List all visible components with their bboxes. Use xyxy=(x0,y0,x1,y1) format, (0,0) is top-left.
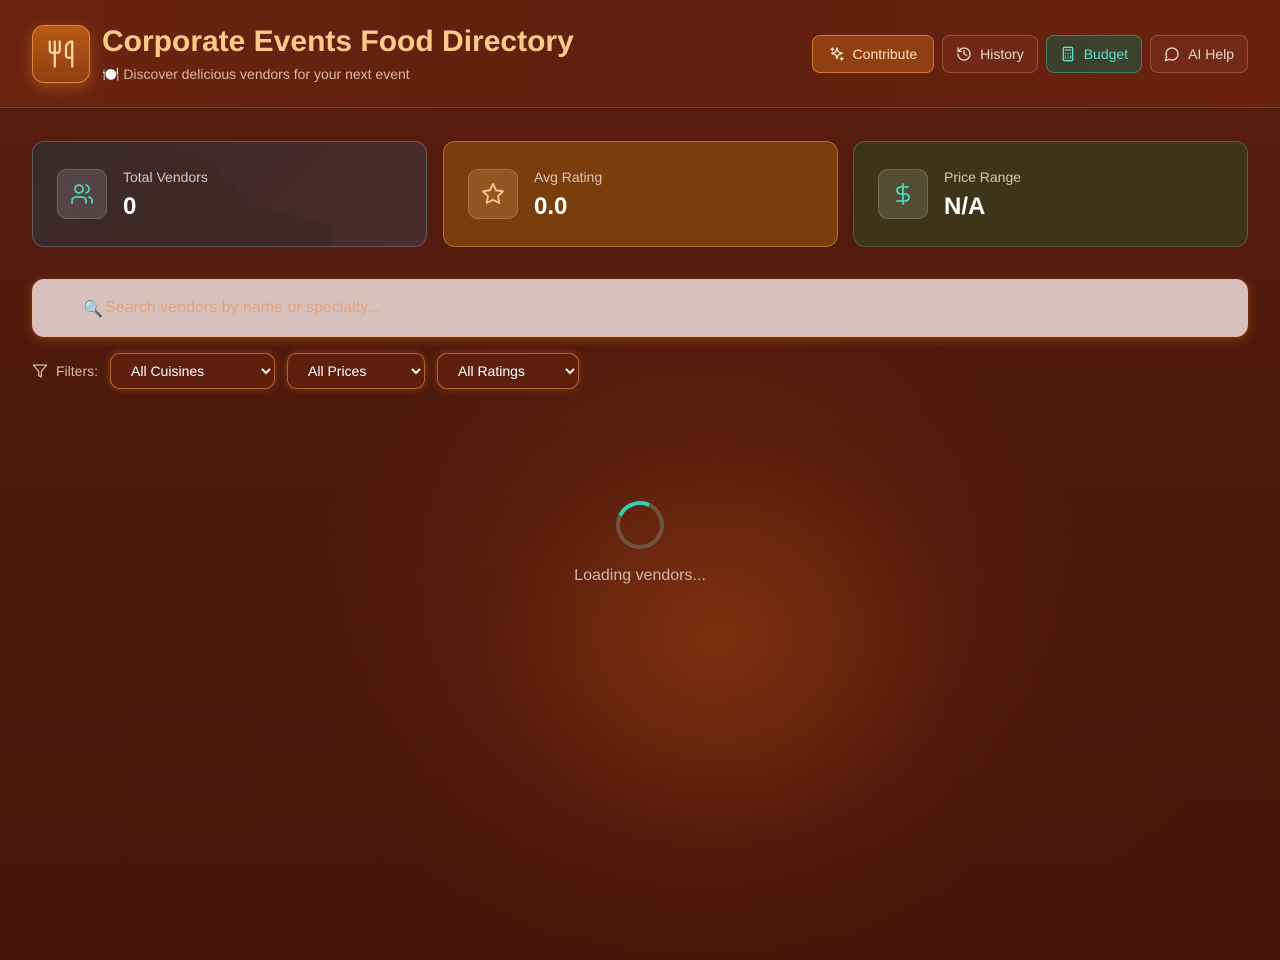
background-shape xyxy=(920,800,1280,960)
search-input[interactable] xyxy=(105,280,1225,336)
stat-card-price-range: Price Range N/A xyxy=(853,141,1248,247)
message-circle-icon xyxy=(1164,47,1179,62)
ai-help-button[interactable]: AI Help xyxy=(1150,35,1248,73)
budget-button[interactable]: Budget xyxy=(1045,35,1143,73)
stat-label: Price Range xyxy=(944,169,1022,185)
app-header: Corporate Events Food Directory 🍽️ Disco… xyxy=(0,0,1280,108)
ai-help-label: AI Help xyxy=(1188,46,1234,62)
dollar-icon-box xyxy=(878,169,928,219)
history-button[interactable]: History xyxy=(942,35,1038,73)
sparkles-icon xyxy=(829,47,844,61)
loading-text: Loading vendors... xyxy=(574,567,706,584)
stat-label: Avg Rating xyxy=(534,169,603,185)
history-label: History xyxy=(980,46,1024,62)
stat-value: N/A xyxy=(944,193,986,220)
rating-select[interactable]: All Ratings xyxy=(437,353,579,389)
cuisine-select[interactable]: All Cuisines xyxy=(110,353,275,389)
dollar-icon xyxy=(896,183,910,205)
history-icon xyxy=(957,47,971,61)
stat-card-avg-rating: Avg Rating 0.0 xyxy=(443,141,838,247)
loading-spinner xyxy=(609,494,671,556)
stat-label: Total Vendors xyxy=(123,169,208,185)
utensils-icon xyxy=(48,40,74,68)
filters-label: Filters: xyxy=(32,363,98,379)
app-logo xyxy=(32,25,90,83)
app-title: Corporate Events Food Directory xyxy=(102,25,574,58)
calculator-icon xyxy=(1062,46,1074,62)
search-bar: 🔍 xyxy=(32,279,1248,337)
filter-icon xyxy=(32,364,48,378)
users-icon xyxy=(71,184,93,204)
card-decoration xyxy=(73,142,333,246)
stat-card-total-vendors: Total Vendors 0 xyxy=(32,141,427,247)
star-icon-box xyxy=(468,169,518,219)
app-subtitle: 🍽️ Discover delicious vendors for your n… xyxy=(102,66,410,82)
budget-label: Budget xyxy=(1083,46,1129,62)
search-icon: 🔍 xyxy=(83,301,103,318)
contribute-label: Contribute xyxy=(852,46,918,62)
users-icon-box xyxy=(57,169,107,219)
header-nav: Contribute History Budget AI Help xyxy=(811,35,1248,73)
filter-bar: Filters: All Cuisines All Prices All Rat… xyxy=(32,353,591,389)
price-select[interactable]: All Prices xyxy=(287,353,425,389)
filters-label-text: Filters: xyxy=(56,363,98,379)
stat-value: 0 xyxy=(123,193,137,220)
stat-value: 0.0 xyxy=(534,193,568,220)
star-icon xyxy=(482,183,504,204)
contribute-button[interactable]: Contribute xyxy=(811,35,935,73)
